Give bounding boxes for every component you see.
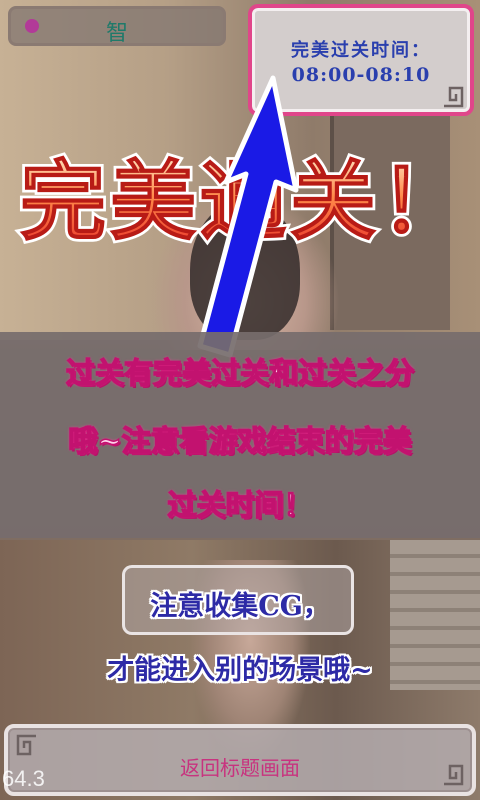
fps-counter: 64.3	[2, 766, 45, 791]
tutorial-overlay[interactable]: 过关有完美过关和过关之分 哦~注意看游戏结束的完美 过关时间！	[0, 332, 480, 538]
corner-ornament-icon	[442, 764, 464, 786]
corner-ornament-icon	[442, 86, 464, 108]
return-to-title-label: 返回标题画面	[180, 756, 300, 780]
top-bar-label: 智	[105, 21, 128, 46]
cg-tip-line-1: 注意收集CG，	[150, 591, 330, 622]
top-status-bar[interactable]: 智	[8, 6, 226, 46]
tutorial-line-1: 过关有完美过关和过关之分	[65, 355, 415, 391]
tutorial-line-3: 过关时间！	[167, 487, 314, 523]
cg-tip-line-2: 才能进入别的场景哦~	[107, 655, 373, 686]
tutorial-line-2: 哦~注意看游戏结束的完美	[68, 423, 413, 459]
return-to-title-button[interactable]: 返回标题画面	[4, 724, 476, 796]
corner-ornament-icon	[16, 734, 38, 756]
perfect-clear-time-title: 完美过关时间：	[291, 40, 431, 61]
up-arrow-icon	[197, 75, 299, 358]
